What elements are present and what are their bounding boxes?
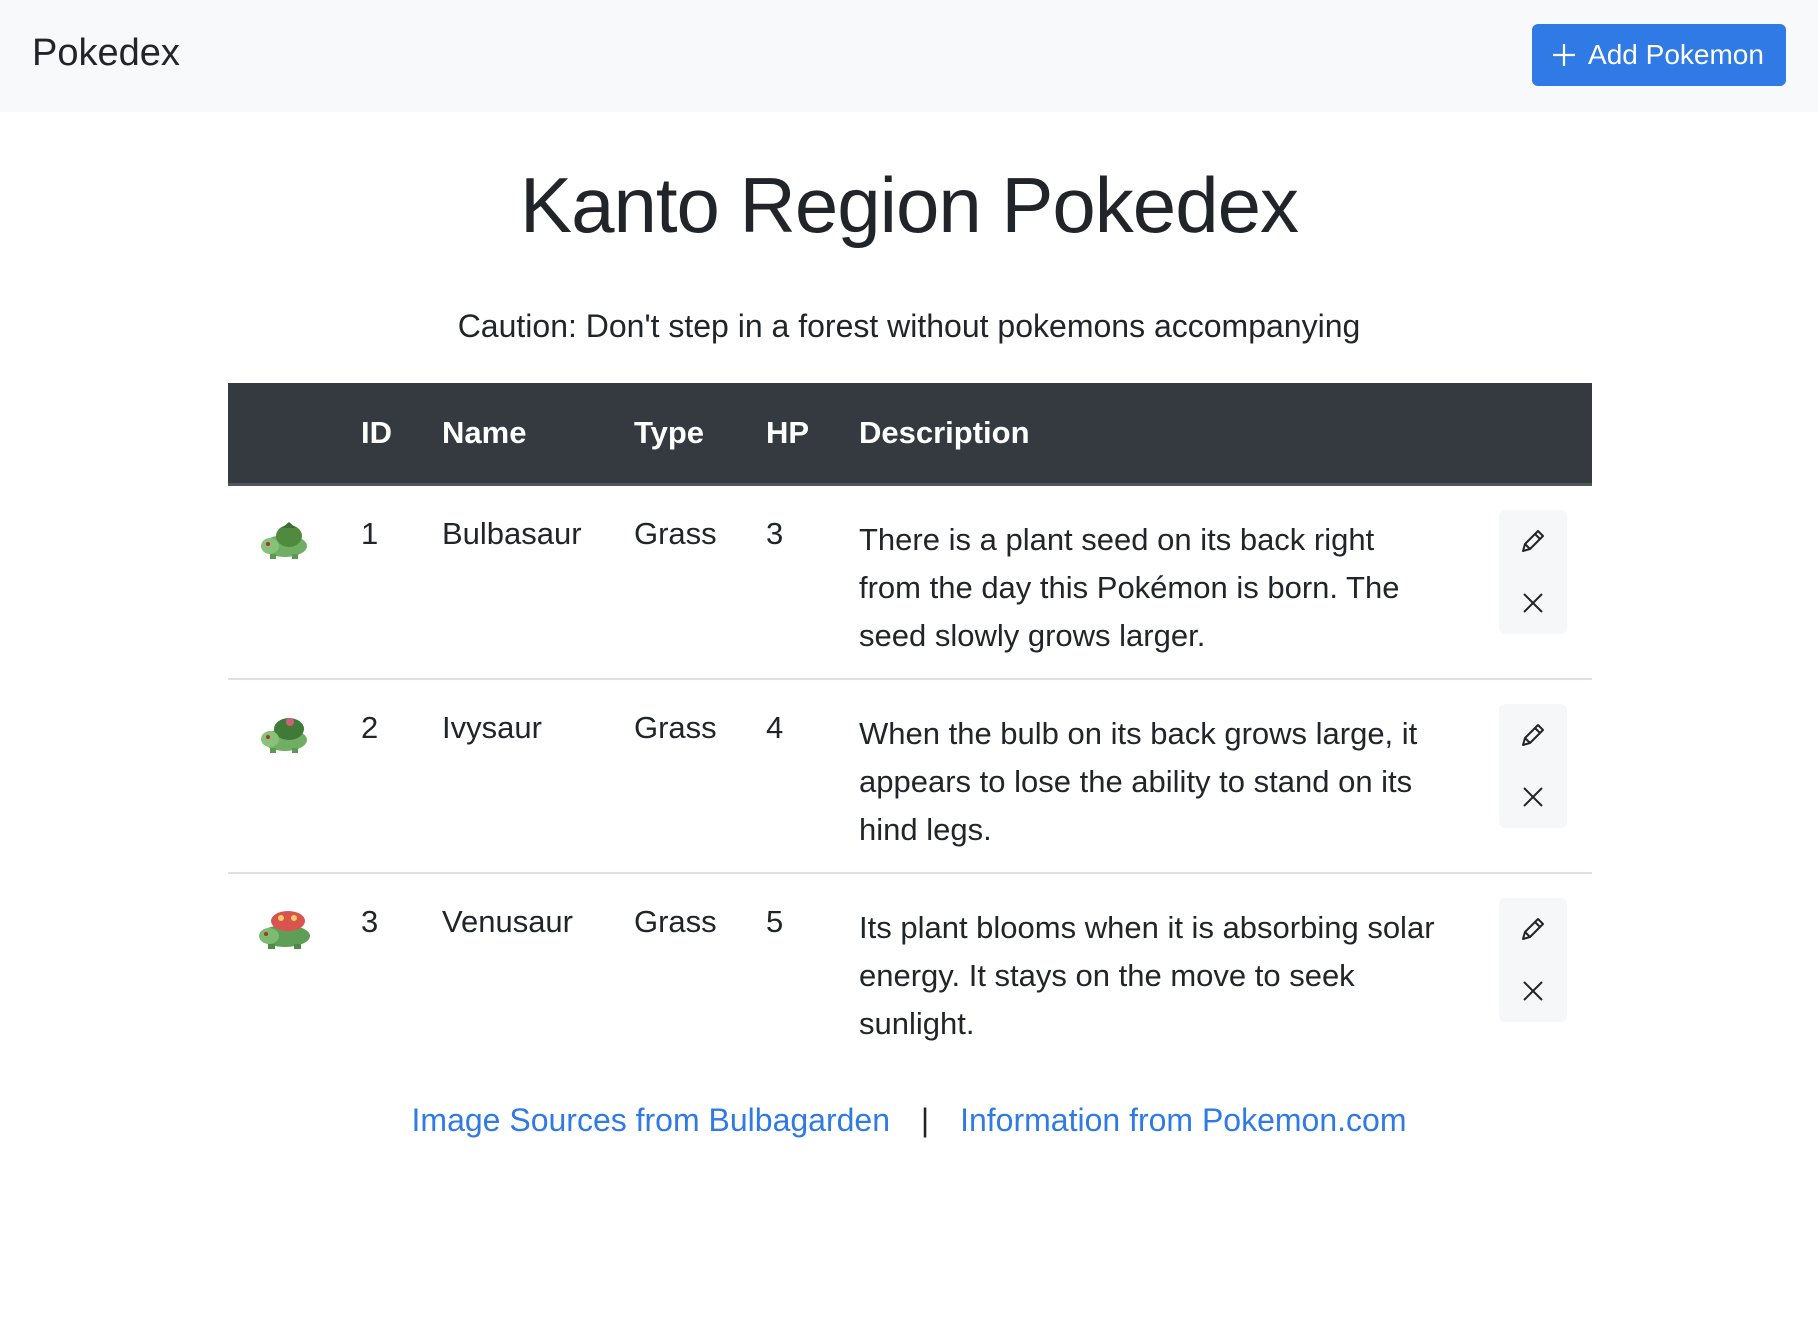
table-row: 2 Ivysaur Grass 4 When the bulb on its b… bbox=[228, 678, 1592, 874]
cell-hp: 3 bbox=[766, 516, 784, 551]
venusaur-sprite bbox=[259, 910, 310, 949]
header-hp: HP bbox=[766, 383, 859, 486]
edit-button[interactable] bbox=[1499, 510, 1567, 572]
add-pokemon-button[interactable]: Add Pokemon bbox=[1532, 24, 1786, 86]
header-sprite bbox=[228, 383, 361, 486]
cell-type: Grass bbox=[634, 903, 717, 939]
cell-id: 1 bbox=[361, 516, 379, 551]
pokemon-table-wrapper: ID Name Type HP Description 1 Bulbasaur … bbox=[228, 383, 1592, 1067]
row-actions bbox=[1499, 510, 1567, 634]
cell-name: Venusaur bbox=[442, 903, 573, 939]
header-id: ID bbox=[361, 383, 442, 486]
header-actions bbox=[1479, 383, 1592, 486]
cell-id: 2 bbox=[361, 709, 379, 745]
table-row: 3 Venusaur Grass 5 Its plant blooms when… bbox=[228, 873, 1592, 1067]
brand-link[interactable]: Pokedex bbox=[32, 32, 180, 75]
cell-type: Grass bbox=[634, 709, 717, 745]
pencil-icon bbox=[1522, 723, 1544, 746]
close-icon bbox=[1523, 786, 1543, 807]
delete-button[interactable] bbox=[1499, 572, 1567, 634]
close-icon bbox=[1523, 980, 1543, 1001]
pokemon-table: ID Name Type HP Description 1 Bulbasaur … bbox=[228, 383, 1592, 1067]
cell-description: Its plant blooms when it is absorbing so… bbox=[859, 909, 1435, 1041]
cell-type: Grass bbox=[634, 516, 717, 551]
cell-description: There is a plant seed on its back right … bbox=[859, 522, 1400, 653]
header-name: Name bbox=[442, 383, 634, 486]
footer-separator: | bbox=[920, 1102, 930, 1138]
close-icon bbox=[1523, 593, 1543, 613]
table-header-row: ID Name Type HP Description bbox=[228, 383, 1592, 486]
cell-name: Bulbasaur bbox=[442, 516, 582, 551]
cell-description: When the bulb on its back grows large, i… bbox=[859, 715, 1418, 847]
delete-button[interactable] bbox=[1499, 766, 1567, 828]
cell-name: Ivysaur bbox=[442, 709, 542, 745]
edit-button[interactable] bbox=[1499, 898, 1567, 960]
add-pokemon-label: Add Pokemon bbox=[1588, 39, 1764, 70]
pencil-icon bbox=[1522, 530, 1544, 552]
page-title: Kanto Region Pokedex bbox=[520, 161, 1299, 249]
bulbasaur-sprite bbox=[261, 522, 307, 559]
ivysaur-sprite bbox=[261, 717, 307, 753]
header-type: Type bbox=[634, 383, 766, 486]
caution-text: Caution: Don't step in a forest without … bbox=[457, 308, 1361, 344]
row-actions bbox=[1499, 897, 1567, 1022]
edit-button[interactable] bbox=[1499, 704, 1567, 766]
footer: Image Sources from Bulbagarden | Informa… bbox=[0, 1102, 1818, 1139]
bulbagarden-link[interactable]: Image Sources from Bulbagarden bbox=[412, 1102, 890, 1138]
delete-button[interactable] bbox=[1499, 960, 1567, 1022]
cell-id: 3 bbox=[361, 903, 379, 939]
header-description: Description bbox=[859, 383, 1479, 486]
pokemon-com-link[interactable]: Information from Pokemon.com bbox=[960, 1102, 1406, 1138]
table-row: 1 Bulbasaur Grass 3 There is a plant see… bbox=[228, 484, 1592, 680]
plus-icon bbox=[1550, 41, 1578, 69]
cell-hp: 5 bbox=[766, 903, 784, 939]
row-actions bbox=[1499, 703, 1567, 828]
pencil-icon bbox=[1522, 917, 1544, 940]
cell-hp: 4 bbox=[766, 709, 784, 745]
navbar: Pokedex Add Pokemon bbox=[0, 0, 1818, 112]
